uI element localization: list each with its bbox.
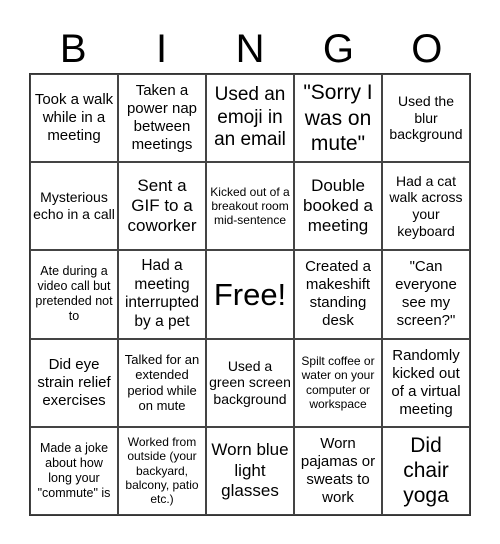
bingo-cell[interactable]: Used an emoji in an email — [206, 74, 294, 163]
bingo-grid: Took a walk while in a meeting Taken a po… — [29, 73, 471, 516]
header-letter: B — [59, 27, 87, 71]
header-letter: I — [156, 27, 168, 71]
bingo-cell[interactable]: Taken a power nap between meetings — [118, 74, 206, 163]
bingo-cell[interactable]: Used the blur background — [382, 74, 470, 163]
bingo-cell[interactable]: Took a walk while in a meeting — [30, 74, 118, 163]
header-letter: O — [411, 27, 443, 71]
bingo-cell[interactable]: Spilt coffee or water on your computer o… — [294, 338, 382, 427]
bingo-cell[interactable]: Worn pajamas or sweats to work — [294, 426, 382, 515]
bingo-cell[interactable]: Had a cat walk across your keyboard — [382, 162, 470, 251]
bingo-header: BINGO — [29, 26, 471, 72]
bingo-cell[interactable]: Sent a GIF to a coworker — [118, 162, 206, 251]
header-letter: N — [235, 27, 265, 71]
bingo-cell[interactable]: Randomly kicked out of a virtual meeting — [382, 338, 470, 427]
bingo-cell[interactable]: Kicked out of a breakout room mid-senten… — [206, 162, 294, 251]
bingo-cell[interactable]: Created a makeshift standing desk — [294, 250, 382, 339]
bingo-cell[interactable]: Double booked a meeting — [294, 162, 382, 251]
header-letter: G — [322, 27, 354, 71]
bingo-cell[interactable]: Made a joke about how long your "commute… — [30, 426, 118, 515]
bingo-cell[interactable]: "Can everyone see my screen?" — [382, 250, 470, 339]
bingo-cell[interactable]: Did eye strain relief exercises — [30, 338, 118, 427]
bingo-cell-free[interactable]: Free! — [206, 250, 294, 339]
bingo-cell[interactable]: Had a meeting interrupted by a pet — [118, 250, 206, 339]
bingo-cell[interactable]: Worked from outside (your backyard, balc… — [118, 426, 206, 515]
bingo-cell[interactable]: Worn blue light glasses — [206, 426, 294, 515]
bingo-cell[interactable]: Used a green screen background — [206, 338, 294, 427]
bingo-cell[interactable]: Did chair yoga — [382, 426, 470, 515]
bingo-cell[interactable]: "Sorry I was on mute" — [294, 74, 382, 163]
bingo-cell[interactable]: Talked for an extended period while on m… — [118, 338, 206, 427]
bingo-cell[interactable]: Mysterious echo in a call — [30, 162, 118, 251]
bingo-cell[interactable]: Ate during a video call but pretended no… — [30, 250, 118, 339]
